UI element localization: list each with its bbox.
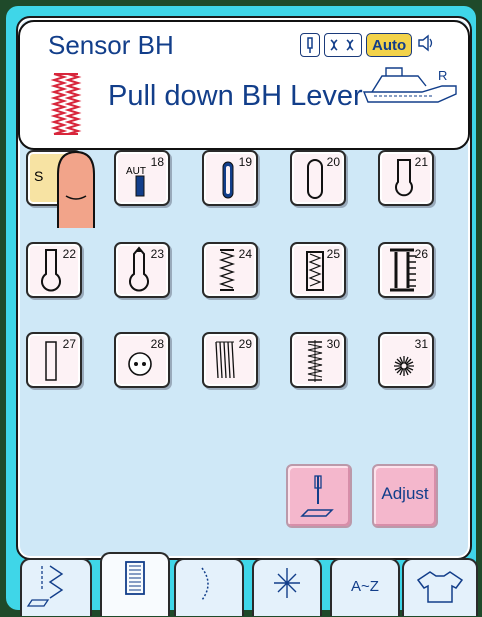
pattern-button-29[interactable]: 29 bbox=[202, 332, 258, 388]
round-buttonhole-icon bbox=[307, 159, 323, 199]
tab-quilting[interactable] bbox=[252, 558, 322, 616]
pattern-button-27[interactable]: 27 bbox=[26, 332, 82, 388]
tab-utility-stitches[interactable] bbox=[20, 558, 92, 616]
pattern-button-20[interactable]: 20 bbox=[290, 150, 346, 206]
foot-letter: R bbox=[438, 68, 448, 83]
heirloom-buttonhole-icon bbox=[218, 249, 236, 291]
adjust-button[interactable]: Adjust bbox=[372, 464, 438, 528]
stitch-preview-icon bbox=[50, 72, 82, 141]
pattern-button-28[interactable]: 28 bbox=[114, 332, 170, 388]
pointer-finger-icon bbox=[52, 150, 100, 235]
tab-buttonholes[interactable] bbox=[100, 552, 170, 616]
status-bar: Auto bbox=[300, 32, 436, 58]
pattern-button-22[interactable]: 22 bbox=[26, 242, 82, 298]
message-header: Sensor BH Auto Pull down BH Lever R bbox=[18, 20, 470, 150]
needle-position-button[interactable] bbox=[286, 464, 352, 528]
bound-buttonhole-icon bbox=[45, 341, 57, 381]
tab-garment[interactable] bbox=[402, 558, 478, 616]
needle-icon bbox=[300, 33, 320, 57]
mode-title: Sensor BH bbox=[48, 30, 174, 60]
pattern-prefix: S bbox=[34, 168, 44, 184]
machine-screen: Sensor BH Auto Pull down BH Lever R S AU… bbox=[6, 6, 478, 616]
keyhole-buttonhole-icon bbox=[395, 159, 413, 197]
bartack-buttonhole-icon bbox=[390, 248, 416, 292]
utility-stitch-icon bbox=[26, 565, 64, 607]
zigzag-darning-icon bbox=[307, 340, 323, 382]
pattern-button-21[interactable]: 21 bbox=[378, 150, 434, 206]
pattern-button-24[interactable]: 24 bbox=[202, 242, 258, 298]
keyhole-wide-buttonhole-icon bbox=[41, 249, 61, 292]
speaker-icon bbox=[416, 33, 436, 58]
adjust-label: Adjust bbox=[381, 484, 429, 503]
auto-buttonhole-icon bbox=[135, 175, 145, 197]
auto-status: Auto bbox=[366, 33, 413, 57]
eyelet-icon bbox=[394, 356, 414, 376]
tapered-keyhole-buttonhole-icon bbox=[129, 246, 149, 292]
needle-plate-icon bbox=[300, 475, 334, 517]
eyelet-pleat-icon bbox=[215, 341, 235, 379]
pattern-button-25[interactable]: 25 bbox=[290, 242, 346, 298]
button-sew-icon bbox=[128, 352, 152, 376]
pattern-button-19[interactable]: 19 bbox=[202, 150, 258, 206]
tab-decorative[interactable] bbox=[174, 558, 244, 616]
shirt-icon bbox=[416, 571, 464, 603]
instruction-message: Pull down BH Lever bbox=[108, 80, 363, 112]
pattern-button-18[interactable]: AUT 18 bbox=[114, 150, 170, 206]
quilt-stitch-icon bbox=[274, 568, 300, 598]
stretch-buttonhole-icon bbox=[306, 251, 324, 291]
decorative-stitch-icon bbox=[201, 567, 209, 601]
alphabet-label: A~Z bbox=[351, 578, 379, 595]
pattern-button-26[interactable]: 26 bbox=[378, 242, 434, 298]
pattern-button-23[interactable]: 23 bbox=[114, 242, 170, 298]
pattern-button-31[interactable]: 31 bbox=[378, 332, 434, 388]
tab-alphabet[interactable]: A~Z bbox=[330, 558, 400, 616]
twin-needle-icon bbox=[324, 33, 362, 57]
buttonhole-icon bbox=[125, 561, 145, 595]
narrow-buttonhole-icon bbox=[222, 161, 234, 199]
pattern-button-30[interactable]: 30 bbox=[290, 332, 346, 388]
